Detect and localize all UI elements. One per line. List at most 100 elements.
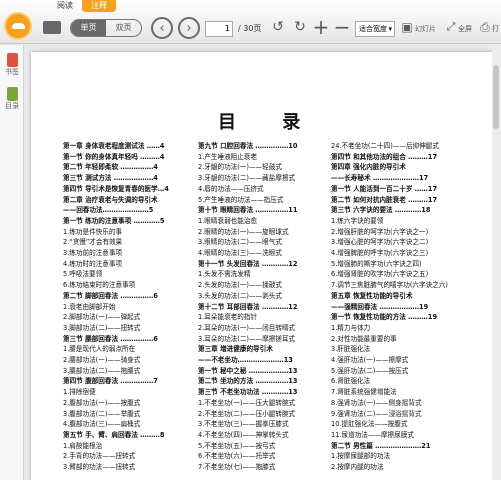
- open-folder-icon[interactable]: [40, 17, 64, 37]
- toc-entry[interactable]: 3.腹部功法(二)——举腹式: [63, 409, 193, 420]
- app-logo-icon[interactable]: [4, 12, 32, 40]
- toc-entry[interactable]: 6.增强肾脏的吹字功(六字诀之五): [331, 269, 461, 280]
- fullscreen-icon[interactable]: ⤢: [445, 17, 457, 37]
- toc-entry[interactable]: 1.不老坐功(一)——压大腿转腕式: [198, 398, 328, 409]
- zoom-in-icon[interactable]: +: [313, 15, 330, 39]
- toc-entry[interactable]: 1.精力与体力: [331, 323, 461, 334]
- toc-entry[interactable]: 第三章 增进健康的导引术: [198, 344, 328, 355]
- toc-entry[interactable]: 2.增强肝脏的呵字功(六字诀之一): [331, 227, 461, 238]
- toc-entry[interactable]: 第一节 你的身体真年轻吗 ………4: [63, 152, 193, 163]
- toc-entry[interactable]: 1.衰老由脚部开始: [63, 302, 193, 313]
- toc-entry[interactable]: 2.“贪慢”才会有效果: [63, 237, 193, 248]
- sidebar-item-toc[interactable]: 目录: [3, 87, 21, 113]
- toc-entry[interactable]: 第一节 人能活到一百二十岁 ……17: [331, 184, 461, 195]
- toc-entry[interactable]: 2.对性功能最重要的事: [331, 334, 461, 345]
- toc-entry[interactable]: 2.不老坐功(二)——压小腿转腕式: [198, 409, 328, 420]
- toc-entry[interactable]: 5.产生唾液的功法——指压式: [198, 195, 328, 206]
- rotate-left-icon[interactable]: ↺: [270, 17, 286, 37]
- toc-entry[interactable]: 9.强肾功法(二)——浸浴摇背式: [331, 409, 461, 420]
- toc-entry[interactable]: 3.臂部的功法——扭转式: [63, 462, 193, 473]
- toc-entry[interactable]: 1.练六字诀的要领: [331, 216, 461, 227]
- toc-entry[interactable]: 6.不老坐功(六)——托举式: [198, 451, 328, 462]
- tab-annotation[interactable]: 注释: [82, 0, 116, 12]
- vertical-scrollbar[interactable]: [492, 45, 501, 480]
- toc-entry[interactable]: 第一节 练功的注意事项 …………5: [63, 216, 193, 227]
- scrollbar-thumb[interactable]: [493, 65, 499, 129]
- toc-entry[interactable]: 第三节 腰部回春法 ……………6: [63, 334, 193, 345]
- toc-entry[interactable]: 3.腰部功法(二)——拖腰式: [63, 366, 193, 377]
- tab-reading[interactable]: 阅读: [48, 0, 82, 12]
- toc-entry[interactable]: 2.牙龈的功法(一)——轻鼓式: [198, 162, 328, 173]
- toc-entry[interactable]: 7.肾脏系统强健增能法: [331, 387, 461, 398]
- toc-entry[interactable]: 2.腰部功法(一)——骑身式: [63, 355, 193, 366]
- toc-entry[interactable]: 1.肩酸能根治: [63, 441, 193, 452]
- previous-page-icon[interactable]: ‹: [151, 17, 173, 39]
- toc-entry[interactable]: 3.牙龈的功法(二)——藏盐摩擦式: [198, 173, 328, 184]
- toc-entry[interactable]: 3.头发的功法(二)——剥头式: [198, 291, 328, 302]
- toc-entry[interactable]: 3.练功前的注意事项: [63, 248, 193, 259]
- toc-entry[interactable]: 第三节 六字诀的要法 …………18: [331, 205, 461, 216]
- toc-entry[interactable]: 第二节 脚部回春法 ……………6: [63, 291, 193, 302]
- toc-entry[interactable]: 6.练功结束时的注意事项: [63, 280, 193, 291]
- toc-entry[interactable]: 5.增强肺的嘶字功(六字诀之四): [331, 259, 461, 270]
- toc-entry[interactable]: 3.脚部功法(二)——扭转式: [63, 323, 193, 334]
- toc-entry[interactable]: ——强精回春法 ………………19: [331, 302, 461, 313]
- toc-entry[interactable]: 3.不老坐功(三)——握拳压膝式: [198, 419, 328, 430]
- print-icon[interactable]: ⎙: [479, 17, 491, 37]
- toc-entry[interactable]: 1.耳朵能衰老的指针: [198, 312, 328, 323]
- toc-entry[interactable]: 2.头发的功法(一)——揉敲式: [198, 280, 328, 291]
- toc-entry[interactable]: 8.强肾功法(一)——侧身摇背式: [331, 398, 461, 409]
- toc-entry[interactable]: 2.腹部功法(一)——按腹式: [63, 398, 193, 409]
- toc-entry[interactable]: 1.腰是现代人的弱点所在: [63, 344, 193, 355]
- toc-entry[interactable]: 第四章 强化内脏的导引术: [331, 162, 461, 173]
- toc-entry[interactable]: 第四节 腹部回春法 ……………7: [63, 376, 193, 387]
- toc-entry[interactable]: 第二节 如何对抗内脏衰老 ………17: [331, 195, 461, 206]
- slideshow-icon[interactable]: ▣: [400, 17, 414, 37]
- toc-entry[interactable]: 3.眼睛的功法(二)——眼气式: [198, 237, 328, 248]
- toc-entry[interactable]: 第一章 身体衰老程度测试法 ……4: [63, 141, 193, 152]
- toc-entry[interactable]: 6.肾脏强化法: [331, 376, 461, 387]
- page-number-input[interactable]: 1: [205, 21, 233, 37]
- toc-entry[interactable]: 第四节 导引术是恢复青春的医学…4: [63, 184, 193, 195]
- toc-entry[interactable]: 第二节 坐功的方法 ……………13: [198, 376, 328, 387]
- toc-entry[interactable]: 第五节 手、臂、肩回春法 ………8: [63, 430, 193, 441]
- toc-entry[interactable]: 11.尿道功法——摩擦尿膜式: [331, 430, 461, 441]
- toc-entry[interactable]: 7.调节三焦脏腑气的嘻字功(六字诀之六): [331, 280, 461, 291]
- toc-entry[interactable]: 第四节 和其他功法的组合 ………17: [331, 152, 461, 163]
- toc-entry[interactable]: 第三节 测试方法 ………………4: [63, 173, 193, 184]
- toc-entry[interactable]: 2.脚部功法(一)——弹起式: [63, 312, 193, 323]
- toc-entry[interactable]: 10.提肛强化法——按腹式: [331, 419, 461, 430]
- toc-entry[interactable]: 4.眼睛的功法(三)——洗眼式: [198, 248, 328, 259]
- toc-entry[interactable]: 1.眼睛衰弱也能治愈: [198, 216, 328, 227]
- next-page-icon[interactable]: ›: [178, 17, 200, 39]
- toc-entry[interactable]: 4.练功时的注意事项: [63, 259, 193, 270]
- toc-entry[interactable]: 4.不老坐功(四)——抻掌转头式: [198, 430, 328, 441]
- toc-entry[interactable]: 3.增强心脏的呵字功(六字诀之二): [331, 237, 461, 248]
- toc-entry[interactable]: 第一节 秘中之秘 ………………13: [198, 366, 328, 377]
- toc-entry[interactable]: 7.不老坐功(七)——抱膝式: [198, 462, 328, 473]
- toc-entry[interactable]: 1.练功是件快乐的事: [63, 227, 193, 238]
- fit-mode-select[interactable]: 适合宽度: [355, 21, 395, 37]
- rotate-right-icon[interactable]: ↻: [292, 17, 308, 37]
- toc-entry[interactable]: 5.强肝功法(二)——按压式: [331, 366, 461, 377]
- toc-entry[interactable]: 2.手背的功法——扭转式: [63, 451, 193, 462]
- toc-entry[interactable]: 1.头发不需洗发精: [198, 269, 328, 280]
- slideshow-label[interactable]: 幻灯片: [415, 21, 436, 37]
- toc-entry[interactable]: 第十节 眼睛回春法 ……………11: [198, 205, 328, 216]
- toc-entry[interactable]: 第十一节 头发回春法 …………12: [198, 259, 328, 270]
- toc-entry[interactable]: 第二节 年轻即柔软 ……………4: [63, 162, 193, 173]
- toc-entry[interactable]: 5.不老坐功(五)——按弓式: [198, 441, 328, 452]
- toc-entry[interactable]: 5.呼吸法要领: [63, 269, 193, 280]
- toc-entry[interactable]: 4.唇的功法——压挤式: [198, 184, 328, 195]
- toc-entry[interactable]: 2.按摩内腿的功法: [331, 462, 461, 473]
- fullscreen-label[interactable]: 全屏: [458, 21, 472, 37]
- toc-entry[interactable]: 1.排除宿便: [63, 387, 193, 398]
- toc-entry[interactable]: 第二章 治疗衰老与失调的导引术: [63, 195, 193, 206]
- print-label[interactable]: 打: [492, 21, 499, 37]
- toc-entry[interactable]: ——不老坐功…………………13: [198, 355, 328, 366]
- page-layout-toggle[interactable]: 单页 双页: [70, 19, 142, 37]
- toc-entry[interactable]: 第十二节 耳部回春法 …………12: [198, 302, 328, 313]
- toc-entry[interactable]: 1.产生唾液阻止衰老: [198, 152, 328, 163]
- toc-entry[interactable]: 24.不老坐功(二十四)——后抑伸腿式: [331, 141, 461, 152]
- toc-entry[interactable]: 4.腹部功法(三)——扁桶式: [63, 419, 193, 430]
